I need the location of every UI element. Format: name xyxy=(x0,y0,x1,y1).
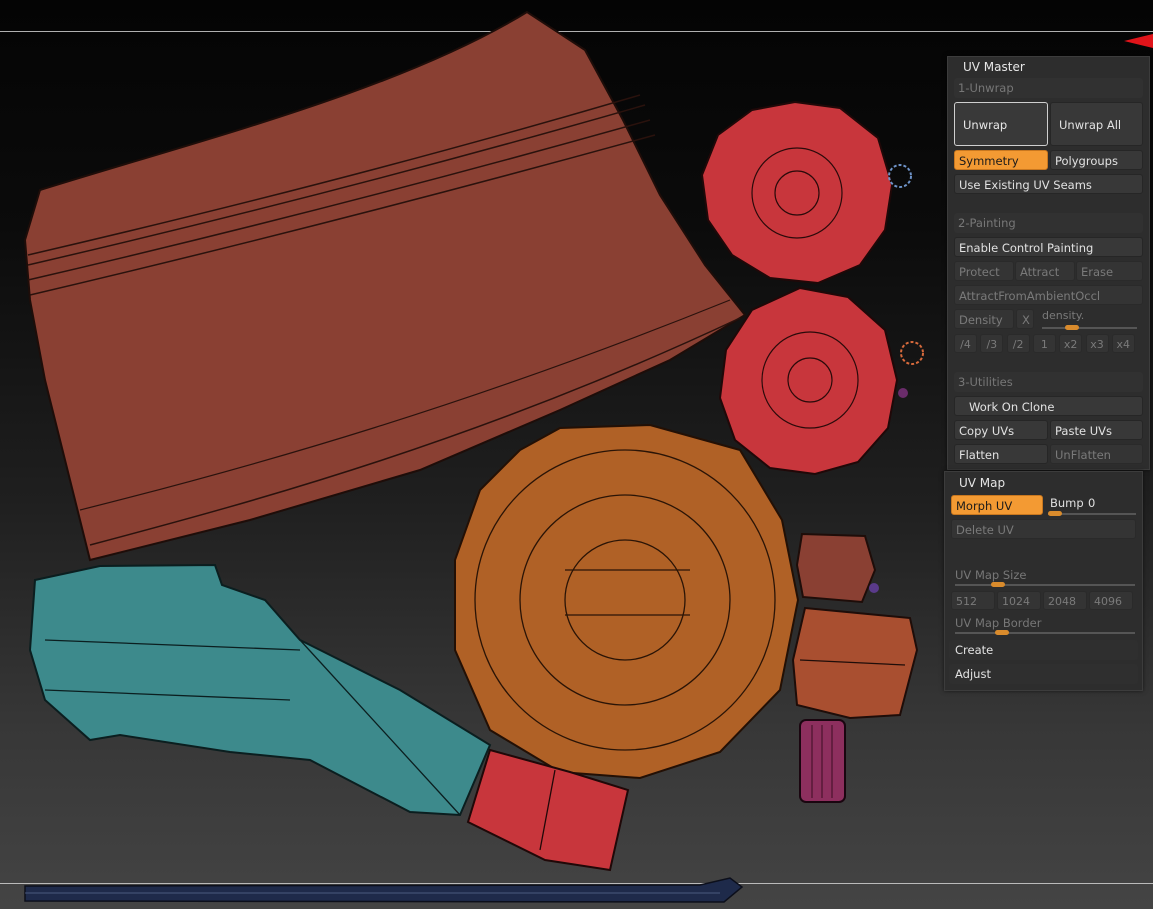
erase-button[interactable]: Erase xyxy=(1076,261,1143,281)
uv-island-strip xyxy=(24,877,744,903)
use-existing-uv-seams-toggle[interactable]: Use Existing UV Seams xyxy=(954,174,1143,194)
density-multiplier-button[interactable]: 1 xyxy=(1032,334,1056,353)
bump-slider-knob[interactable] xyxy=(1048,511,1062,516)
unwrap-all-button[interactable]: Unwrap All xyxy=(1050,102,1143,146)
density-multiplier-button[interactable]: x3 xyxy=(1085,334,1109,353)
enable-control-painting-toggle[interactable]: Enable Control Painting xyxy=(954,237,1143,257)
uv-island-handle xyxy=(28,563,492,817)
density-slider-track[interactable] xyxy=(1042,327,1137,329)
uv-map-size-slider-track[interactable] xyxy=(955,584,1135,586)
density-slider-label: density. xyxy=(1042,309,1085,322)
unwrap-button[interactable]: Unwrap xyxy=(954,102,1048,146)
flatten-button[interactable]: Flatten xyxy=(954,444,1048,464)
density-multiplier-button[interactable]: x2 xyxy=(1059,334,1083,353)
uv-map-title: UV Map xyxy=(959,476,1006,490)
delete-uv-button[interactable]: Delete UV xyxy=(951,519,1136,539)
uv-map-size-button[interactable]: 4096 xyxy=(1089,591,1133,610)
uv-master-title: UV Master xyxy=(963,60,1025,74)
uv-map-border-slider-knob[interactable] xyxy=(995,630,1009,635)
uv-map-size-button[interactable]: 512 xyxy=(951,591,995,610)
density-multiplier-button[interactable]: x4 xyxy=(1111,334,1135,353)
symmetry-toggle[interactable]: Symmetry xyxy=(954,150,1048,170)
paste-uvs-button[interactable]: Paste UVs xyxy=(1050,420,1143,440)
work-on-clone-button[interactable]: Work On Clone xyxy=(954,396,1143,416)
adjust-subpalette[interactable]: Adjust xyxy=(949,664,1138,684)
uv-island-gear-top xyxy=(700,100,912,285)
uv-master-panel: UV Master 1-Unwrap Unwrap Unwrap All Sym… xyxy=(947,56,1150,470)
unwrap-section-header[interactable]: 1-Unwrap xyxy=(954,78,1143,98)
uv-island-gear-bottom xyxy=(718,286,924,476)
create-subpalette[interactable]: Create xyxy=(949,640,1138,660)
uv-island-cylinder xyxy=(799,719,846,803)
uv-map-size-button[interactable]: 2048 xyxy=(1043,591,1087,610)
density-x-button[interactable]: X xyxy=(1016,309,1034,329)
density-slider-knob[interactable] xyxy=(1065,325,1079,330)
bump-slider-label: Bump xyxy=(1050,496,1084,510)
uv-map-border-slider-track[interactable] xyxy=(955,632,1135,634)
density-button[interactable]: Density xyxy=(954,309,1014,329)
uv-island-dome xyxy=(454,423,800,780)
density-multiplier-button[interactable]: /4 xyxy=(954,334,977,353)
uv-map-size-slider-knob[interactable] xyxy=(991,582,1005,587)
density-multiplier-button[interactable]: /3 xyxy=(980,334,1004,353)
attract-from-ambient-occlusion-button[interactable]: AttractFromAmbientOccl xyxy=(954,285,1143,305)
density-multiplier-button[interactable]: /2 xyxy=(1006,334,1030,353)
bump-slider-value: 0 xyxy=(1088,496,1096,510)
uv-map-border-label: UV Map Border xyxy=(955,616,1042,630)
copy-uvs-button[interactable]: Copy UVs xyxy=(954,420,1048,440)
protect-button[interactable]: Protect xyxy=(954,261,1014,281)
attract-button[interactable]: Attract xyxy=(1015,261,1075,281)
morph-uv-toggle[interactable]: Morph UV xyxy=(951,495,1043,515)
uv-map-panel: UV Map Morph UV Bump 0 Delete UV UV Map … xyxy=(944,471,1143,691)
polygroups-toggle[interactable]: Polygroups xyxy=(1050,150,1143,170)
uv-map-size-button[interactable]: 1024 xyxy=(997,591,1041,610)
utilities-section-header[interactable]: 3-Utilities xyxy=(954,372,1143,392)
uv-island-cap-small xyxy=(795,532,879,604)
uv-map-size-label: UV Map Size xyxy=(955,568,1027,582)
red-marker-icon xyxy=(1124,34,1153,48)
unflatten-button[interactable]: UnFlatten xyxy=(1050,444,1143,464)
painting-section-header[interactable]: 2-Painting xyxy=(954,213,1143,233)
uv-island-cap-large xyxy=(791,606,919,720)
